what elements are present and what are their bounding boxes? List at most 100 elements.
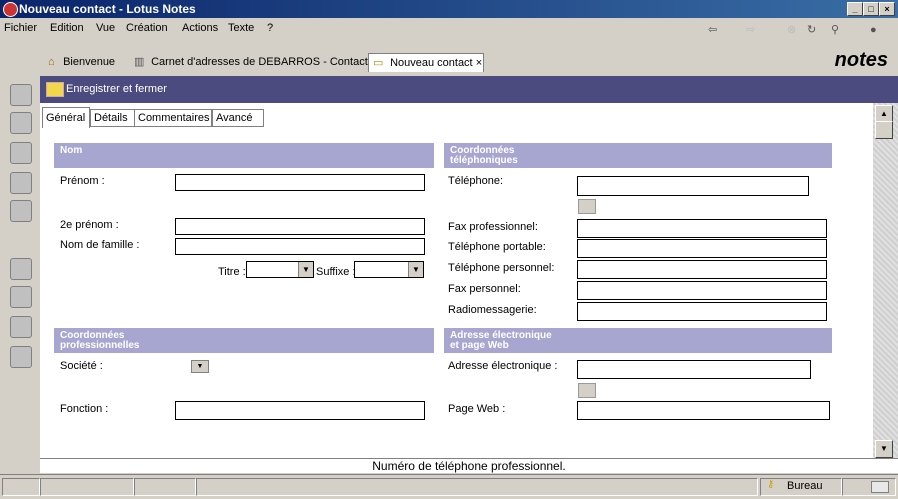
tel-portable-label: Téléphone portable:: [448, 241, 546, 253]
radio-field[interactable]: [577, 302, 827, 321]
title-bar: Nouveau contact - Lotus Notes _ □ ×: [0, 0, 898, 18]
back-icon[interactable]: ⇦: [708, 22, 717, 38]
deuxieme-prenom-field[interactable]: [175, 218, 425, 235]
home-icon: ⌂: [48, 56, 55, 68]
save-close-icon: [46, 82, 64, 97]
fax-perso-field[interactable]: [577, 281, 827, 300]
tab-nouveau-contact[interactable]: ▭ Nouveau contact ×: [368, 53, 484, 72]
menu-creation[interactable]: Création: [126, 22, 168, 34]
fax-perso-label: Fax personnel:: [448, 283, 521, 295]
societe-dropdown[interactable]: ▼: [179, 360, 209, 373]
status-pane-3[interactable]: [134, 478, 196, 496]
page-web-field[interactable]: [577, 401, 830, 420]
menu-bar: Fichier Edition Vue Création Actions Tex…: [0, 18, 898, 38]
refresh-icon[interactable]: ↻: [807, 22, 816, 38]
deuxieme-prenom-label: 2e prénom :: [60, 219, 119, 231]
todo-bookmark-icon[interactable]: [10, 172, 32, 194]
section-adresse-web-header: Adresse électronique et page Web: [444, 328, 832, 353]
databases-bookmark-icon[interactable]: [10, 286, 32, 308]
close-tab-icon[interactable]: ×: [476, 57, 482, 69]
contact-form: Général Détails Commentaires Avancé Nom …: [40, 103, 873, 458]
titre-label: Titre :: [218, 266, 246, 278]
notes-activity-icon[interactable]: ●: [870, 22, 877, 38]
menu-vue[interactable]: Vue: [96, 22, 115, 34]
adresse-elec-label: Adresse électronique :: [448, 360, 558, 372]
section-nom-header: Nom: [54, 143, 434, 168]
fonction-label: Fonction :: [60, 403, 109, 415]
suffixe-select[interactable]: ▼: [354, 261, 424, 278]
fax-pro-label: Fax professionnel:: [448, 221, 538, 233]
menu-fichier[interactable]: Fichier: [4, 22, 37, 34]
societe-label: Société :: [60, 360, 103, 372]
internet-bookmark-icon[interactable]: [10, 346, 32, 368]
vertical-scrollbar[interactable]: ▲ ▼: [873, 103, 898, 458]
status-pane-2[interactable]: [40, 478, 134, 496]
lotus-notes-icon: [3, 2, 18, 17]
window-title: Nouveau contact - Lotus Notes: [19, 2, 196, 16]
tab-bienvenue-label: Bienvenue: [63, 56, 116, 68]
chevron-down-icon: ▼: [298, 262, 313, 277]
tab-nouveau-label: Nouveau contact: [390, 57, 473, 69]
chevron-down-icon: ▼: [191, 360, 209, 373]
location-pane[interactable]: ⚷ Bureau: [760, 478, 842, 496]
contacts-bookmark-icon[interactable]: [10, 142, 32, 164]
close-button[interactable]: ×: [879, 2, 895, 16]
stop-icon[interactable]: ⊗: [787, 22, 796, 38]
nom-famille-label: Nom de famille :: [60, 239, 140, 251]
section-telephoniques-header: Coordonnées téléphoniques: [444, 143, 832, 168]
tab-commentaires[interactable]: Commentaires: [134, 109, 212, 127]
chevron-down-icon: ▼: [408, 262, 423, 277]
replicator-bookmark-icon[interactable]: [10, 200, 32, 222]
key-icon: ⚷: [767, 479, 775, 490]
action-bar: Enregistrer et fermer: [40, 76, 898, 103]
page-web-label: Page Web :: [448, 403, 506, 415]
prenom-field[interactable]: [175, 174, 425, 191]
calendar-bookmark-icon[interactable]: [10, 112, 32, 134]
fax-pro-field[interactable]: [577, 219, 827, 238]
status-bar: ⚷ Bureau: [0, 474, 898, 499]
tab-bienvenue[interactable]: ⌂ Bienvenue: [44, 53, 115, 71]
menu-texte[interactable]: Texte: [228, 22, 254, 34]
menu-edition[interactable]: Edition: [50, 22, 84, 34]
phone-options-icon[interactable]: [578, 199, 596, 214]
menu-actions[interactable]: Actions: [182, 22, 218, 34]
save-close-label: Enregistrer et fermer: [66, 83, 167, 95]
tel-perso-field[interactable]: [577, 260, 827, 279]
email-options-icon[interactable]: [578, 383, 596, 398]
adresse-elec-field[interactable]: [577, 360, 811, 379]
titre-select[interactable]: ▼: [246, 261, 314, 278]
suffixe-label: Suffixe :: [316, 266, 356, 278]
maximize-button[interactable]: □: [863, 2, 879, 16]
tab-details[interactable]: Détails: [90, 109, 136, 127]
tab-carnet-label: Carnet d'adresses de DEBARROS - Contacts: [151, 56, 374, 68]
scroll-thumb[interactable]: [875, 121, 893, 139]
favorites-bookmark-icon[interactable]: [10, 258, 32, 280]
tab-general[interactable]: Général: [42, 107, 90, 128]
tel-perso-label: Téléphone personnel:: [448, 262, 555, 274]
more-bookmarks-icon[interactable]: [10, 316, 32, 338]
tab-carnet-adresses[interactable]: ▥ Carnet d'adresses de DEBARROS - Contac…: [130, 53, 373, 71]
section-professionnelles-header: Coordonnées professionnelles: [54, 328, 434, 353]
mail-bookmark-icon[interactable]: [10, 84, 32, 106]
search-icon[interactable]: ⚲: [831, 22, 839, 38]
status-message-pane[interactable]: [196, 478, 758, 496]
menu-help[interactable]: ?: [267, 22, 273, 34]
forward-icon[interactable]: ⇨: [746, 22, 755, 38]
minimize-button[interactable]: _: [847, 2, 863, 16]
telephone-field[interactable]: [577, 176, 809, 196]
status-pane-1[interactable]: [2, 478, 40, 496]
inbox-pane[interactable]: [842, 478, 896, 496]
radio-label: Radiomessagerie:: [448, 304, 537, 316]
tab-avance[interactable]: Avancé: [212, 109, 264, 127]
prenom-label: Prénom :: [60, 175, 105, 187]
address-book-icon: ▥: [134, 56, 145, 68]
save-close-button[interactable]: Enregistrer et fermer: [44, 80, 171, 98]
nom-famille-field[interactable]: [175, 238, 425, 255]
document-tabs: ⌂ Bienvenue ▥ Carnet d'adresses de DEBAR…: [0, 38, 898, 77]
scroll-down-icon[interactable]: ▼: [875, 440, 893, 458]
bookmark-bar: [0, 76, 40, 474]
tel-portable-field[interactable]: [577, 239, 827, 258]
fonction-field[interactable]: [175, 401, 425, 420]
field-help-line: Numéro de téléphone professionnel.: [40, 458, 898, 473]
inbox-icon: [871, 481, 889, 493]
